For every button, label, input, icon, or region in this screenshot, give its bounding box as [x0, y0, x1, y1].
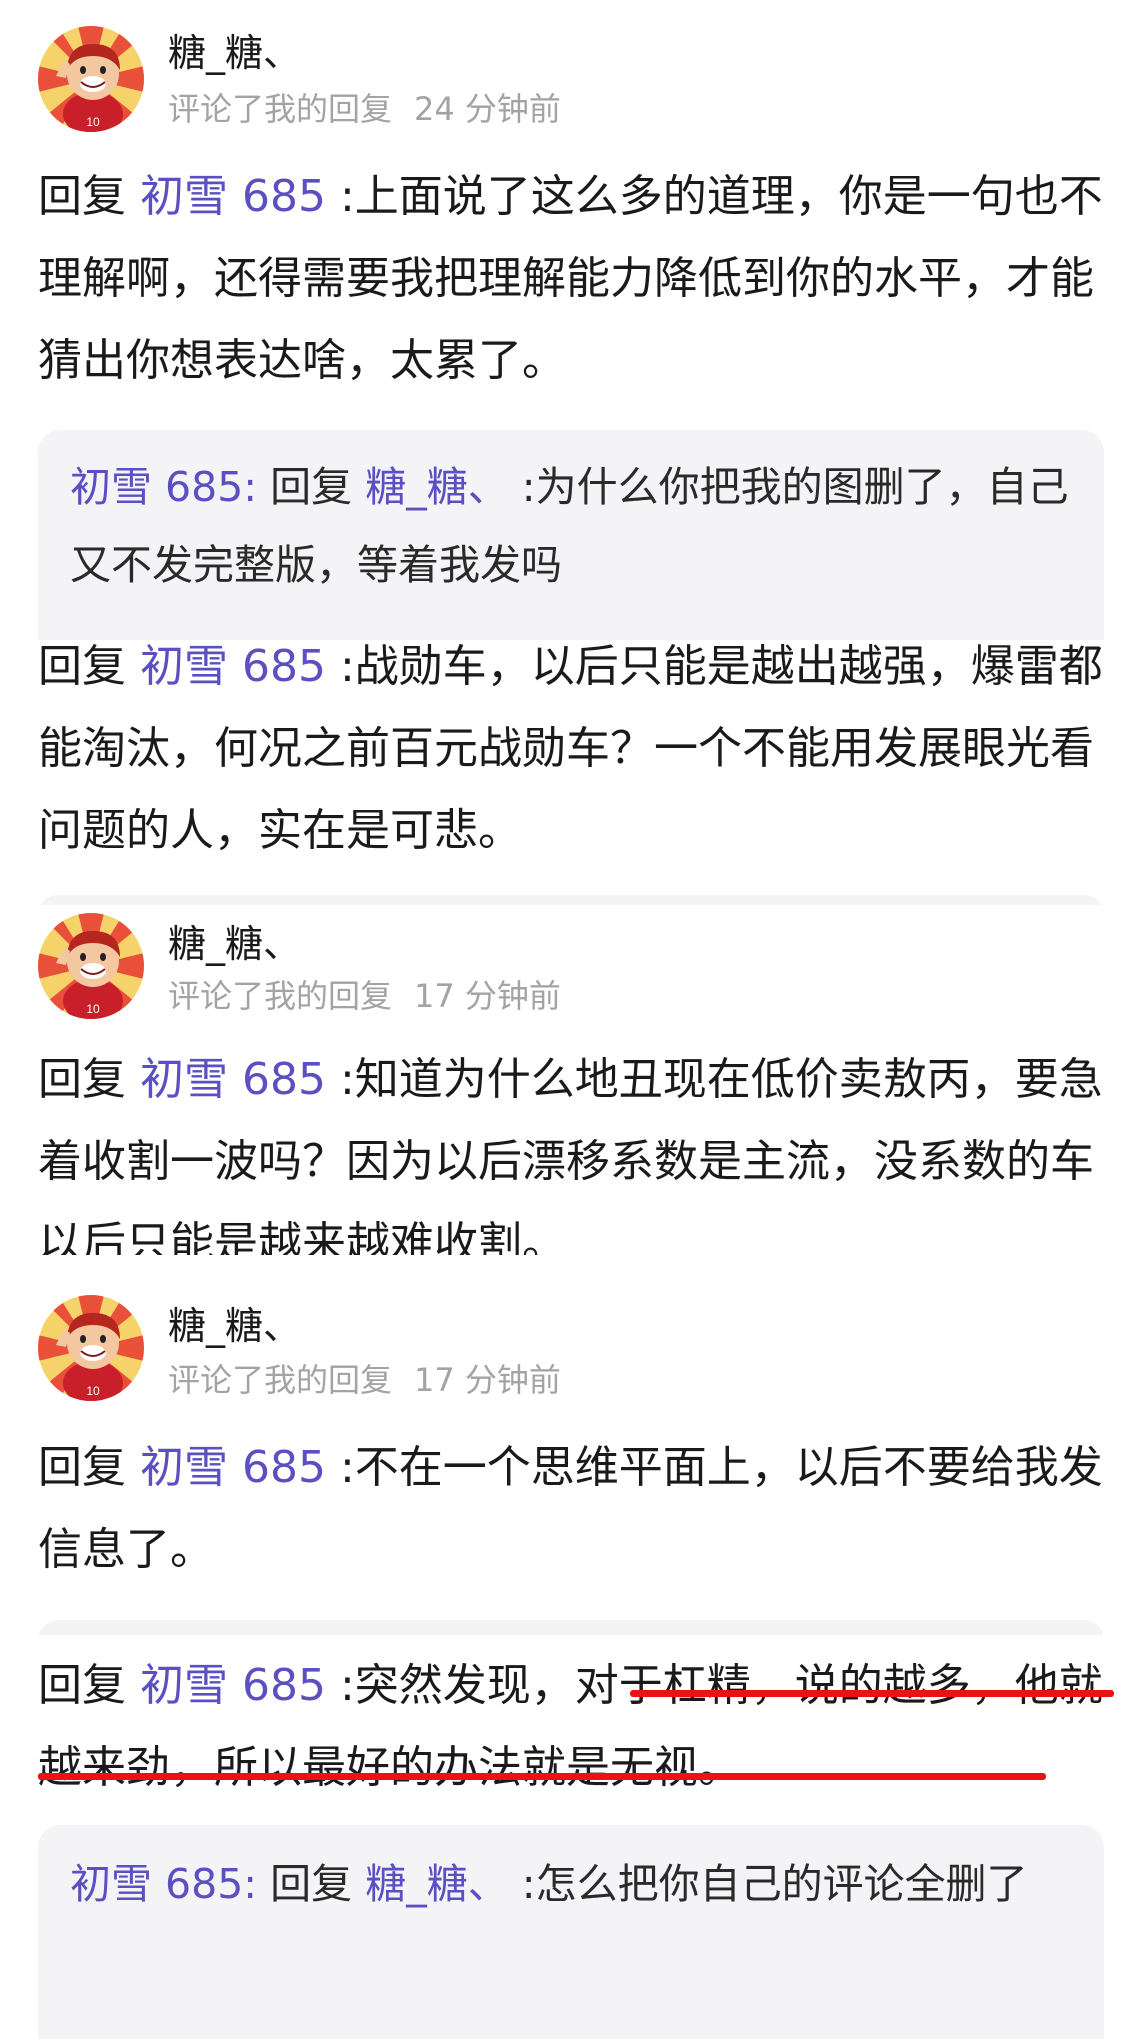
action-text: 评论了我的回复	[168, 977, 393, 1015]
comment-text: :突然发现，	[339, 1660, 575, 1711]
comment-card-5: 回复 初雪 685 :突然发现，对于杠精，说的越多，他就越来劲，所以最好的办法就…	[0, 1635, 1143, 2039]
quoted-reply-text: 初雪 685: 回复 糖_糖、 :怎么把你自己的评论全删了	[70, 1845, 1080, 1923]
mention-link[interactable]: 初雪 685	[140, 1660, 326, 1711]
quote-mention[interactable]: 糖_糖、	[365, 1860, 509, 1908]
timestamp: 17 分钟前	[414, 977, 561, 1015]
avatar[interactable]	[38, 913, 144, 1019]
underlined-text: 对于杠精，说的越	[574, 1660, 927, 1711]
quote-author[interactable]: 初雪 685:	[70, 463, 257, 511]
action-text: 评论了我的回复	[168, 90, 393, 128]
avatar[interactable]	[38, 26, 144, 132]
comment-card-4: 糖_糖、 评论了我的回复 17 分钟前 回复 初雪 685 :不在一个思维平面上，…	[0, 1255, 1143, 1635]
comment-meta: 评论了我的回复 17 分钟前	[168, 1355, 561, 1401]
avatar[interactable]	[38, 1295, 144, 1401]
comment-body[interactable]: 回复 初雪 685 :不在一个思维平面上，以后不要给我发信息了。	[38, 1427, 1108, 1591]
reply-prefix: 回复	[38, 641, 126, 692]
mention-link[interactable]: 初雪 685	[140, 1054, 326, 1105]
quote-mention[interactable]: 糖_糖、	[365, 463, 509, 511]
reply-prefix: 回复	[38, 171, 126, 222]
action-text: 评论了我的回复	[168, 1361, 393, 1399]
comment-card-1: 糖_糖、 评论了我的回复 24 分钟前 回复 初雪 685 :上面说了这么多的道理…	[0, 0, 1143, 640]
quote-prefix: 回复	[270, 463, 353, 511]
red-underline-annotation	[38, 1773, 1046, 1780]
reply-prefix: 回复	[38, 1054, 126, 1105]
comment-body[interactable]: 回复 初雪 685 :战勋车，以后只能是越出越强，爆雷都能淘汰，何况之前百元战勋…	[38, 640, 1108, 872]
username[interactable]: 糖_糖、	[168, 913, 301, 968]
quote-prefix: 回复	[270, 1860, 353, 1908]
quoted-reply[interactable]: 初雪 685: 回复 糖_糖、 :怎么把你自己的评论全删了	[38, 1825, 1104, 2039]
comment-meta: 评论了我的回复 17 分钟前	[168, 971, 561, 1017]
comment-body[interactable]: 回复 初雪 685 :上面说了这么多的道理，你是一句也不理解啊，还得需要我把理解…	[38, 156, 1108, 402]
comment-meta: 评论了我的回复 24 分钟前	[168, 84, 561, 130]
mention-link[interactable]: 初雪 685	[140, 171, 326, 222]
username[interactable]: 糖_糖、	[168, 22, 301, 77]
quoted-reply[interactable]: 初雪 685: 回复 糖_糖、 :为什么你把我的图删了，自己又不发完整版，等着我…	[38, 430, 1104, 640]
quote-author[interactable]: 初雪 685:	[70, 1860, 257, 1908]
quoted-reply-clipped	[38, 1620, 1104, 1635]
comment-card-3: 糖_糖、 评论了我的回复 17 分钟前 回复 初雪 685 :知道为什么地丑现在低…	[0, 905, 1143, 1255]
comment-body[interactable]: 回复 初雪 685 :知道为什么地丑现在低价卖敖丙，要急着收割一波吗？因为以后漂…	[38, 1039, 1108, 1255]
red-underline-annotation	[630, 1690, 1114, 1697]
mention-link[interactable]: 初雪 685	[140, 1442, 326, 1493]
mention-link[interactable]: 初雪 685	[140, 641, 326, 692]
quoted-reply-clipped	[38, 895, 1104, 905]
quoted-reply-text: 初雪 685: 回复 糖_糖、 :为什么你把我的图删了，自己又不发完整版，等着我…	[70, 448, 1080, 604]
reply-prefix: 回复	[38, 1660, 126, 1711]
username[interactable]: 糖_糖、	[168, 1295, 301, 1350]
comment-card-2: 回复 初雪 685 :战勋车，以后只能是越出越强，爆雷都能淘汰，何况之前百元战勋…	[0, 640, 1143, 905]
comment-body[interactable]: 回复 初雪 685 :突然发现，对于杠精，说的越多，他就越来劲，所以最好的办法就…	[38, 1645, 1108, 1809]
timestamp: 17 分钟前	[414, 1361, 561, 1399]
timestamp: 24 分钟前	[414, 90, 561, 128]
reply-prefix: 回复	[38, 1442, 126, 1493]
quote-text: :怎么把你自己的评论全删了	[521, 1860, 1028, 1908]
